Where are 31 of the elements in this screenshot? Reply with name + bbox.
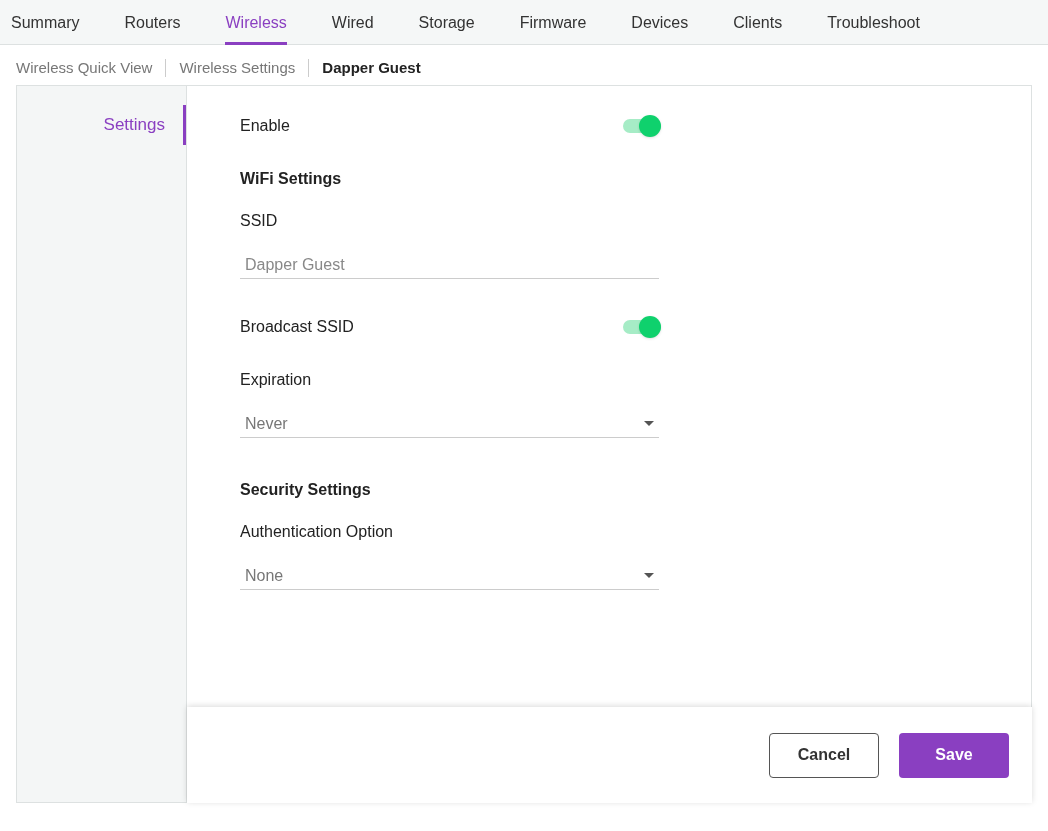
nav-tab[interactable]: Troubleshoot <box>827 0 920 45</box>
field-label: Broadcast SSID <box>240 317 354 337</box>
nav-tab[interactable]: Firmware <box>519 0 587 45</box>
field-label: Enable <box>240 116 290 136</box>
sidebar-item[interactable]: Settings <box>17 105 186 145</box>
text-input[interactable]: Dapper Guest <box>240 251 659 279</box>
dropdown-value: None <box>245 565 284 586</box>
dropdown[interactable]: Never <box>240 410 659 438</box>
nav-tab[interactable]: Wireless <box>225 0 287 45</box>
field-label: Authentication Option <box>240 522 394 542</box>
toggle-switch[interactable] <box>623 115 661 137</box>
toggle-switch[interactable] <box>623 316 661 338</box>
cancel-button[interactable]: Cancel <box>769 732 879 778</box>
section-heading: Security Settings <box>240 480 372 500</box>
save-button[interactable]: Save <box>899 732 1009 778</box>
breadcrumb-current: Dapper Guest <box>322 57 421 78</box>
caret-icon <box>644 573 654 578</box>
caret-icon <box>644 421 654 426</box>
section-heading: WiFi Settings <box>240 169 343 189</box>
nav-tab[interactable]: Devices <box>631 0 689 45</box>
breadcrumb-link[interactable]: Wireless Settings <box>179 56 296 80</box>
field-label: SSID <box>240 211 279 231</box>
dropdown-value: Never <box>245 413 288 434</box>
nav-tab[interactable]: Clients <box>733 0 783 45</box>
nav-tab[interactable]: Summary <box>11 0 80 45</box>
nav-tab[interactable]: Wired <box>331 0 374 45</box>
field-label: Expiration <box>240 370 313 390</box>
dropdown[interactable]: None <box>240 562 659 590</box>
nav-tab[interactable]: Storage <box>418 0 475 45</box>
nav-tab[interactable]: Routers <box>124 0 181 45</box>
breadcrumb-link[interactable]: Wireless Quick View <box>16 56 153 80</box>
